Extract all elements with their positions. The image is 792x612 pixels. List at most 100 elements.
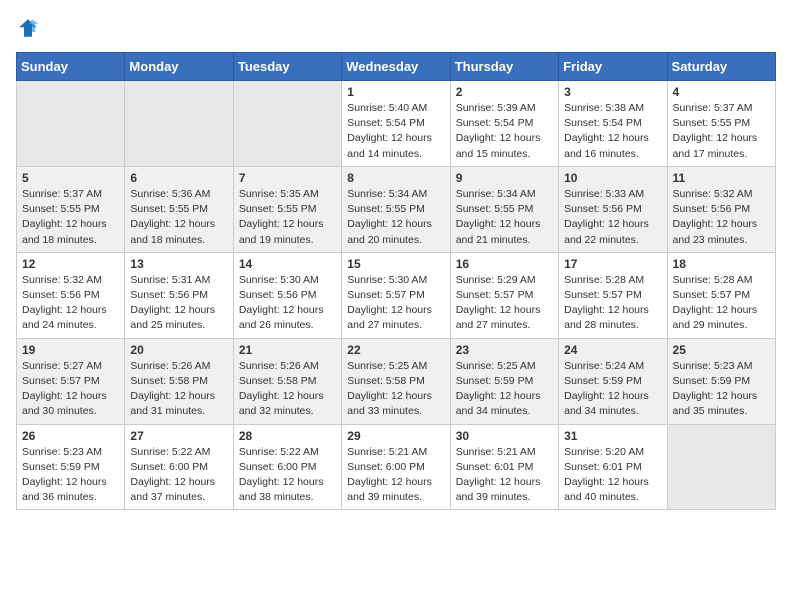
day-number: 19 [22, 343, 119, 357]
day-number: 6 [130, 171, 227, 185]
calendar-cell: 7 Sunrise: 5:35 AMSunset: 5:55 PMDaylight… [233, 166, 341, 252]
day-number: 29 [347, 429, 444, 443]
day-number: 21 [239, 343, 336, 357]
day-number: 24 [564, 343, 661, 357]
cell-info: Sunrise: 5:21 AMSunset: 6:01 PMDaylight:… [456, 445, 553, 506]
cell-info: Sunrise: 5:25 AMSunset: 5:59 PMDaylight:… [456, 359, 553, 420]
page-header [16, 16, 776, 40]
day-number: 7 [239, 171, 336, 185]
calendar-cell: 12Sunrise: 5:32 AMSunset: 5:56 PMDayligh… [17, 252, 125, 338]
day-number: 5 [22, 171, 119, 185]
day-number: 11 [673, 171, 770, 185]
cell-info: Sunrise: 5:34 AMSunset: 5:55 PMDaylight:… [347, 187, 444, 248]
weekday-header: Tuesday [233, 53, 341, 81]
cell-info: Sunrise: 5:34 AMSunset: 5:55 PMDaylight:… [456, 187, 553, 248]
day-number: 22 [347, 343, 444, 357]
calendar-cell: 10 Sunrise: 5:33 AMSunset: 5:56 PMDayligh… [559, 166, 667, 252]
calendar-cell: 16 Sunrise: 5:29 AMSunset: 5:57 PMDayligh… [450, 252, 558, 338]
cell-info: Sunrise: 5:28 AMSunset: 5:57 PMDaylight:… [564, 273, 661, 334]
calendar-row: 19 Sunrise: 5:27 AMSunset: 5:57 PMDayligh… [17, 338, 776, 424]
calendar-cell: 19 Sunrise: 5:27 AMSunset: 5:57 PMDayligh… [17, 338, 125, 424]
calendar-cell: 11 Sunrise: 5:32 AMSunset: 5:56 PMDayligh… [667, 166, 775, 252]
calendar-cell: 14Sunrise: 5:30 AMSunset: 5:56 PMDayligh… [233, 252, 341, 338]
calendar-cell: 20 Sunrise: 5:26 AMSunset: 5:58 PMDayligh… [125, 338, 233, 424]
calendar-cell [125, 81, 233, 167]
cell-info: Sunrise: 5:40 AMSunset: 5:54 PMDaylight:… [347, 101, 444, 162]
day-number: 14 [239, 257, 336, 271]
calendar-cell [233, 81, 341, 167]
weekday-header: Wednesday [342, 53, 450, 81]
day-number: 2 [456, 85, 553, 99]
calendar-cell [667, 424, 775, 510]
day-number: 8 [347, 171, 444, 185]
calendar-cell: 31 Sunrise: 5:20 AMSunset: 6:01 PMDayligh… [559, 424, 667, 510]
calendar-cell [17, 81, 125, 167]
calendar-cell: 23Sunrise: 5:25 AMSunset: 5:59 PMDayligh… [450, 338, 558, 424]
calendar-cell: 24 Sunrise: 5:24 AMSunset: 5:59 PMDayligh… [559, 338, 667, 424]
cell-info: Sunrise: 5:36 AMSunset: 5:55 PMDaylight:… [130, 187, 227, 248]
cell-info: Sunrise: 5:32 AMSunset: 5:56 PMDaylight:… [22, 273, 119, 334]
day-number: 20 [130, 343, 227, 357]
cell-info: Sunrise: 5:28 AMSunset: 5:57 PMDaylight:… [673, 273, 770, 334]
calendar-cell: 3 Sunrise: 5:38 AMSunset: 5:54 PMDaylight… [559, 81, 667, 167]
cell-info: Sunrise: 5:39 AMSunset: 5:54 PMDaylight:… [456, 101, 553, 162]
calendar-cell: 26 Sunrise: 5:23 AMSunset: 5:59 PMDayligh… [17, 424, 125, 510]
calendar-cell: 13 Sunrise: 5:31 AMSunset: 5:56 PMDayligh… [125, 252, 233, 338]
day-number: 17 [564, 257, 661, 271]
cell-info: Sunrise: 5:30 AMSunset: 5:57 PMDaylight:… [347, 273, 444, 334]
cell-info: Sunrise: 5:37 AMSunset: 5:55 PMDaylight:… [22, 187, 119, 248]
day-number: 31 [564, 429, 661, 443]
cell-info: Sunrise: 5:32 AMSunset: 5:56 PMDaylight:… [673, 187, 770, 248]
calendar-cell: 9Sunrise: 5:34 AMSunset: 5:55 PMDaylight… [450, 166, 558, 252]
day-number: 26 [22, 429, 119, 443]
calendar-cell: 28Sunrise: 5:22 AMSunset: 6:00 PMDayligh… [233, 424, 341, 510]
day-number: 10 [564, 171, 661, 185]
day-number: 25 [673, 343, 770, 357]
logo [16, 16, 44, 40]
weekday-header: Monday [125, 53, 233, 81]
cell-info: Sunrise: 5:33 AMSunset: 5:56 PMDaylight:… [564, 187, 661, 248]
day-number: 18 [673, 257, 770, 271]
day-number: 16 [456, 257, 553, 271]
calendar-row: 26 Sunrise: 5:23 AMSunset: 5:59 PMDayligh… [17, 424, 776, 510]
calendar-row: 12Sunrise: 5:32 AMSunset: 5:56 PMDayligh… [17, 252, 776, 338]
calendar-cell: 5 Sunrise: 5:37 AMSunset: 5:55 PMDaylight… [17, 166, 125, 252]
day-number: 4 [673, 85, 770, 99]
weekday-header: Saturday [667, 53, 775, 81]
cell-info: Sunrise: 5:22 AMSunset: 6:00 PMDaylight:… [239, 445, 336, 506]
day-number: 15 [347, 257, 444, 271]
calendar-table: SundayMondayTuesdayWednesdayThursdayFrid… [16, 52, 776, 510]
cell-info: Sunrise: 5:26 AMSunset: 5:58 PMDaylight:… [130, 359, 227, 420]
calendar-cell: 25 Sunrise: 5:23 AMSunset: 5:59 PMDayligh… [667, 338, 775, 424]
cell-info: Sunrise: 5:35 AMSunset: 5:55 PMDaylight:… [239, 187, 336, 248]
day-number: 3 [564, 85, 661, 99]
weekday-header: Sunday [17, 53, 125, 81]
cell-info: Sunrise: 5:27 AMSunset: 5:57 PMDaylight:… [22, 359, 119, 420]
day-number: 27 [130, 429, 227, 443]
cell-info: Sunrise: 5:23 AMSunset: 5:59 PMDaylight:… [673, 359, 770, 420]
day-number: 13 [130, 257, 227, 271]
cell-info: Sunrise: 5:22 AMSunset: 6:00 PMDaylight:… [130, 445, 227, 506]
calendar-cell: 1 Sunrise: 5:40 AMSunset: 5:54 PMDaylight… [342, 81, 450, 167]
logo-icon [16, 16, 40, 40]
calendar-cell: 27 Sunrise: 5:22 AMSunset: 6:00 PMDayligh… [125, 424, 233, 510]
cell-info: Sunrise: 5:24 AMSunset: 5:59 PMDaylight:… [564, 359, 661, 420]
day-number: 30 [456, 429, 553, 443]
day-number: 1 [347, 85, 444, 99]
cell-info: Sunrise: 5:31 AMSunset: 5:56 PMDaylight:… [130, 273, 227, 334]
calendar-cell: 18 Sunrise: 5:28 AMSunset: 5:57 PMDayligh… [667, 252, 775, 338]
calendar-cell: 22Sunrise: 5:25 AMSunset: 5:58 PMDayligh… [342, 338, 450, 424]
cell-info: Sunrise: 5:29 AMSunset: 5:57 PMDaylight:… [456, 273, 553, 334]
weekday-header: Friday [559, 53, 667, 81]
cell-info: Sunrise: 5:26 AMSunset: 5:58 PMDaylight:… [239, 359, 336, 420]
cell-info: Sunrise: 5:20 AMSunset: 6:01 PMDaylight:… [564, 445, 661, 506]
weekday-header: Thursday [450, 53, 558, 81]
calendar-cell: 8 Sunrise: 5:34 AMSunset: 5:55 PMDaylight… [342, 166, 450, 252]
calendar-cell: 17 Sunrise: 5:28 AMSunset: 5:57 PMDayligh… [559, 252, 667, 338]
calendar-cell: 21 Sunrise: 5:26 AMSunset: 5:58 PMDayligh… [233, 338, 341, 424]
calendar-row: 1 Sunrise: 5:40 AMSunset: 5:54 PMDaylight… [17, 81, 776, 167]
cell-info: Sunrise: 5:23 AMSunset: 5:59 PMDaylight:… [22, 445, 119, 506]
cell-info: Sunrise: 5:38 AMSunset: 5:54 PMDaylight:… [564, 101, 661, 162]
calendar-cell: 30 Sunrise: 5:21 AMSunset: 6:01 PMDayligh… [450, 424, 558, 510]
calendar-cell: 2 Sunrise: 5:39 AMSunset: 5:54 PMDaylight… [450, 81, 558, 167]
